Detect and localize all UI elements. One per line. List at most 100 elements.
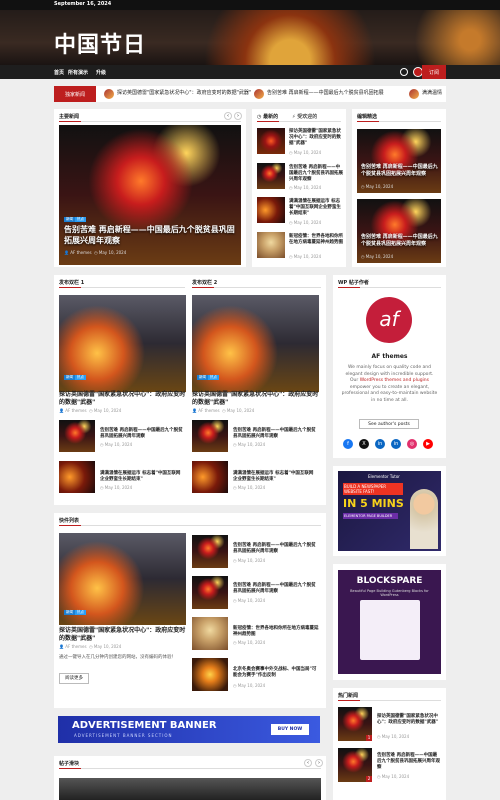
post-title[interactable]: 探访英国德雷"国家紧急状况中心"：政府应变时的数据"武器"	[289, 129, 343, 147]
post-meta: 👤 AF themes ◷ May 10, 2024	[192, 408, 255, 413]
category-tag[interactable]: 新闻	[197, 375, 208, 380]
post-title[interactable]: 告别苦难 再启新程——中国最后九个脱贫县巩固拓展兴周年观察	[289, 165, 343, 183]
read-more-button[interactable]: 阅读更多	[59, 673, 89, 684]
main-news-panel: 主要新闻 ‹ › 新闻 热点 告别苦难 再启新程——中国最后九个脱贫县巩固拓展兴…	[54, 109, 246, 267]
thumb-image[interactable]	[192, 461, 228, 493]
thumb-image[interactable]	[192, 617, 228, 650]
news-ticker: 独家新闻 探访英国德雷"国家紧急状况中心"：政府应变时的数据"武器" 告别苦难 …	[54, 86, 446, 102]
subscribe-button[interactable]: 订阅	[422, 65, 446, 79]
post-title[interactable]: 新冠疫情：世界各地和你所在地方病毒蔓延神州趋势图	[233, 626, 319, 638]
post-date: ◷ May 10, 2024	[233, 485, 266, 490]
ticker-item[interactable]: 满满温情	[409, 89, 442, 99]
promo-widget: Elementor Tutor BUILD A NEWSPAPER WEBSIT…	[333, 466, 446, 556]
thumb-image[interactable]	[257, 197, 285, 223]
author-posts-button[interactable]: See author's posts	[359, 419, 419, 429]
next-arrow-icon[interactable]: ›	[315, 759, 323, 767]
post-date: ◷ May 10, 2024	[377, 734, 410, 739]
post-date: ◷ May 10, 2024	[289, 150, 322, 155]
thumb-image[interactable]	[257, 128, 285, 154]
thumb-image[interactable]	[257, 163, 285, 189]
category-tag[interactable]: 热点	[75, 217, 86, 222]
post-title[interactable]: 满满温情在展据运市 标志着"中国互联网企业野蛮生长期结束"	[289, 199, 343, 217]
post-meta: 👤 AF themes ◷ May 10, 2024	[59, 644, 122, 649]
instagram-icon[interactable]: ◎	[407, 439, 417, 449]
post-title[interactable]: 满满温情在展据运市 标志着"中国互联网企业野蛮生长期结束"	[233, 471, 317, 483]
featured-title[interactable]: 探访英国德雷"国家紧急状况中心"：政府应变时的数据"武器"	[59, 627, 186, 643]
post-date: ◷ May 10, 2024	[233, 683, 266, 688]
featured-title[interactable]: 告别苦难 再启新程——中国最后九个脱贫县巩固拓展兴周年观察	[64, 224, 239, 246]
promo-widget: BLOCKSPARE Beautiful Page Building Guten…	[333, 564, 446, 680]
promo-subtitle: Beautiful Page Building Gutenberg Blocks…	[350, 589, 429, 597]
post-date: ◷ May 10, 2024	[233, 558, 266, 563]
section-heading: 编辑精选	[357, 114, 378, 120]
promo-banner[interactable]: Elementor Tutor BUILD A NEWSPAPER WEBSIT…	[338, 471, 441, 551]
x-icon[interactable]: X	[359, 439, 369, 449]
tab-popular[interactable]: ⚡ 受欢迎的	[292, 113, 317, 120]
column-title[interactable]: 探访英国德雷"国家紧急状况中心"：政府应变时的数据"武器"	[59, 391, 186, 407]
rank-badge: 1	[366, 735, 372, 741]
thumb-image[interactable]	[59, 461, 95, 493]
editor-title[interactable]: 告别苦难 再启新程——中国最后九个脱贫县巩固拓展兴周年观察	[361, 164, 441, 178]
post-date: ◷ May 10, 2024	[289, 185, 322, 190]
ad-title: ADVERTISEMENT BANNER	[72, 720, 217, 731]
section-heading: 帖子滑块	[59, 761, 80, 767]
post-slider-panel: 帖子滑块 ‹ ›	[54, 756, 326, 800]
facebook-icon[interactable]: f	[343, 439, 353, 449]
category-tag[interactable]: 热点	[208, 375, 219, 380]
linkedin-icon[interactable]: in	[375, 439, 385, 449]
prev-arrow-icon[interactable]: ‹	[304, 759, 312, 767]
next-arrow-icon[interactable]: ›	[234, 112, 242, 120]
thumb-image[interactable]	[59, 420, 95, 452]
author-bio: We mainly focus on quality code and eleg…	[341, 365, 438, 403]
presenter-image	[410, 489, 438, 549]
tab-latest[interactable]: ◷ 最新的	[257, 113, 278, 120]
post-title[interactable]: 北京冬奥会赛事中外交战标、中国当局"可能会为赛手"作出反制	[233, 667, 319, 679]
post-title[interactable]: 告别苦难 再启新程——中国最后九个脱贫县巩固拓展兴周年观察	[233, 583, 319, 595]
thumb-image[interactable]	[192, 420, 228, 452]
thumb-image[interactable]	[192, 535, 228, 568]
post-title[interactable]: 新冠疫情：世界各地和你所在地方病毒蔓延神州趋势图	[289, 234, 343, 246]
ticker-label: 独家新闻	[54, 86, 96, 102]
category-tag[interactable]: 热点	[75, 610, 86, 615]
section-heading: WP 帖子作者	[338, 280, 369, 286]
post-title[interactable]: 探访英国德雷"国家紧急状况中心"：政府应变时的数据"武器"	[377, 714, 441, 726]
post-date: ◷ May 10, 2024	[233, 442, 266, 447]
thumb-image[interactable]	[192, 658, 228, 691]
column-title[interactable]: 探访英国德雷"国家紧急状况中心"：政府应变时的数据"武器"	[192, 391, 319, 407]
hot-news-widget: 热门新闻 1 探访英国德雷"国家紧急状况中心"：政府应变时的数据"武器" ◷ M…	[333, 688, 446, 800]
slider-image[interactable]	[59, 778, 321, 800]
nav-home[interactable]: 首页	[54, 69, 64, 76]
editor-title[interactable]: 告别苦难 再启新程——中国最后九个脱贫县巩固拓展兴周年观察	[361, 234, 441, 248]
header-banner: 中国节日	[0, 10, 500, 65]
top-bar: September 16, 2024	[0, 0, 500, 10]
post-title[interactable]: 告别苦难 再启新程——中国最后九个脱贫县巩固拓展兴周年观察	[233, 428, 317, 440]
author-avatar[interactable]: af	[366, 297, 412, 343]
author-bio-link[interactable]: WordPress themes and plugins	[360, 378, 429, 383]
category-tag[interactable]: 热点	[75, 375, 86, 380]
search-icon[interactable]	[400, 68, 408, 76]
thumb-image[interactable]	[192, 576, 228, 609]
post-title[interactable]: 满满温情在展据运市 标志着"中国互联网企业野蛮生长期结束"	[100, 471, 184, 483]
nav-upgrade[interactable]: 升级	[96, 69, 106, 76]
thumb-image[interactable]	[257, 232, 285, 258]
promo-banner[interactable]: BLOCKSPARE Beautiful Page Building Guten…	[338, 570, 441, 674]
youtube-icon[interactable]: ▶	[423, 439, 433, 449]
ad-banner[interactable]: ADVERTISEMENT BANNER ADVERTISEMENT BANNE…	[58, 716, 320, 743]
buy-now-button[interactable]: BUY NOW	[271, 724, 309, 735]
post-title[interactable]: 告别苦难 再启新程——中国最后九个脱贫县巩固拓展兴周年观察	[100, 428, 184, 440]
ticker-item[interactable]: 告别苦难 再启新程——中国最后九个脱贫县巩固拓展	[254, 89, 384, 99]
ticker-item[interactable]: 探访英国德雷"国家紧急状况中心"：政府应变时的数据"武器"	[104, 89, 251, 99]
post-title[interactable]: 告别苦难 再启新程——中国最后九个脱贫县巩固拓展兴周年观察	[233, 543, 319, 555]
post-title[interactable]: 告别苦难 再启新程——中国最后九个脱贫县巩固拓展兴周年观察	[377, 753, 441, 771]
category-tag[interactable]: 新闻	[64, 610, 75, 615]
prev-arrow-icon[interactable]: ‹	[224, 112, 232, 120]
promo-line: ELEMENTOR PAGE BUILDER	[343, 513, 398, 519]
post-date: ◷ May 10, 2024	[289, 254, 322, 259]
category-tag[interactable]: 新闻	[64, 217, 75, 222]
tabs-panel: ◷ 最新的 ⚡ 受欢迎的 探访英国德雷"国家紧急状况中心"：政府应变时的数据"武…	[252, 109, 346, 267]
author-name[interactable]: AF themes	[333, 353, 446, 360]
linkedin-icon[interactable]: in	[391, 439, 401, 449]
site-title[interactable]: 中国节日	[54, 27, 146, 59]
category-tag[interactable]: 新闻	[64, 375, 75, 380]
nav-demos[interactable]: 所有演示	[68, 69, 88, 76]
